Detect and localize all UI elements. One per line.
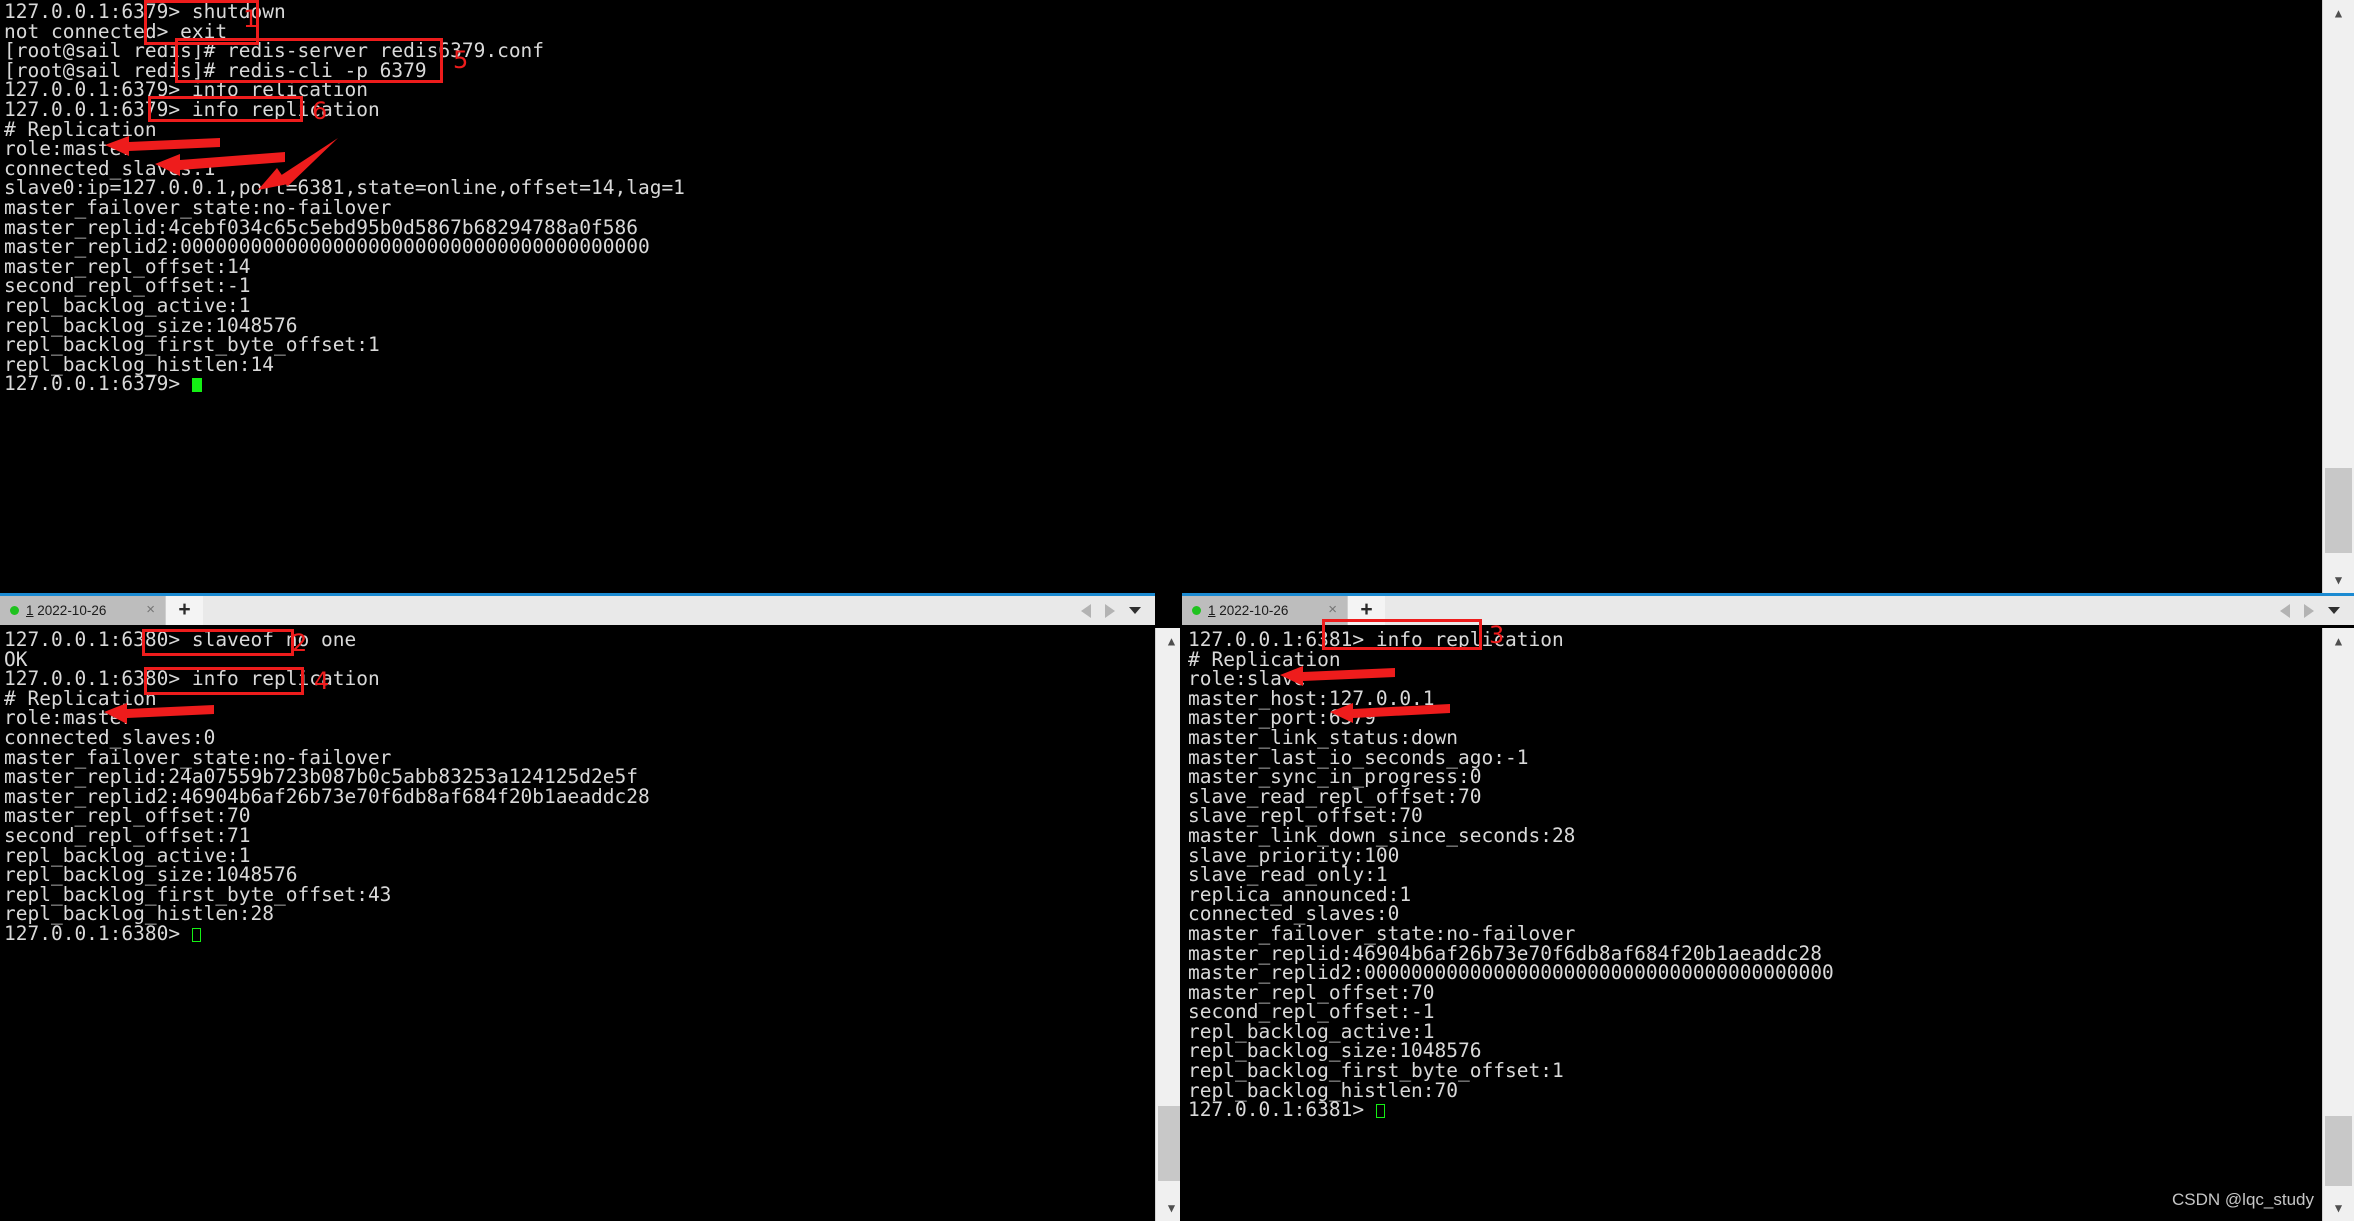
terminal-pane-6380[interactable]: 127.0.0.1:6380> slaveof no one OK 127.0.0.… [0,628,1155,1221]
terminal-cursor [1375,1104,1385,1119]
tab-session-6380[interactable]: 1 2022-10-26 × [0,596,165,625]
tab-index: 1 [1208,603,1216,618]
terminal-line: master_link_status:down [1188,725,1459,749]
tabbar-bottom-left[interactable]: 1 2022-10-26 × + [0,593,1155,625]
tabbar-controls[interactable] [2280,603,2354,618]
annotation-number-5: 5 [453,46,469,74]
annotation-number-4: 4 [314,667,330,695]
terminal-line: master_sync_in_progress:0 [1188,765,1482,789]
tabbar-bottom-right[interactable]: 1 2022-10-26 × + [1182,593,2354,625]
terminal-line: repl_backlog_active:1 [4,293,251,317]
terminal-line: repl_backlog_size:1048576 [4,863,298,887]
scrollbar-track[interactable] [2323,26,2354,567]
scroll-down-icon[interactable]: ▼ [2323,567,2354,593]
terminal-pane-6381[interactable]: 127.0.0.1:6381> info replication # Replic… [1182,628,2322,1221]
annotation-number-1: 1 [243,5,259,33]
terminal-line: slave0:ip=127.0.0.1,port=6381,state=onli… [4,176,685,200]
terminal-line: second_repl_offset:-1 [4,274,251,298]
scrollbar-thumb[interactable] [2325,1116,2352,1186]
terminal-line: role:master [4,137,134,161]
tab-label: 1 2022-10-26 [1208,603,1288,618]
terminal-line: repl_backlog_histlen:28 [4,902,275,926]
chevron-down-icon[interactable] [2328,607,2340,614]
terminal-prompt[interactable]: 127.0.0.1:6381> [1188,1100,1834,1120]
terminal-line: slave_repl_offset:70 [1188,804,1423,828]
terminal-cursor [191,378,202,393]
annotation-number-3: 3 [1489,621,1505,649]
terminal-line: second_repl_offset:-1 [1188,1000,1435,1024]
terminal-line: master_link_down_since_seconds:28 [1188,823,1576,847]
terminal-line: slave_read_only:1 [1188,863,1388,887]
terminal-line: connected_slaves:0 [4,725,216,749]
close-icon[interactable]: × [1324,601,1341,621]
watermark: CSDN @lqc_study [2172,1190,2314,1209]
terminal-line: repl_backlog_first_byte_offset:1 [4,333,380,357]
status-dot-icon [10,606,19,615]
tab-prev-icon[interactable] [2280,603,2290,618]
terminal-line: 127.0.0.1:6379> shutdown [4,0,286,23]
tab-index: 1 [26,603,34,618]
terminal-prompt[interactable]: 127.0.0.1:6380> [4,924,650,944]
scrollbar-track[interactable] [2323,654,2354,1195]
terminal-output-6381: 127.0.0.1:6381> info replication # Replic… [1188,630,1834,1120]
tab-prev-icon[interactable] [1081,603,1091,618]
new-tab-button[interactable]: + [1347,596,1385,625]
scroll-down-icon[interactable]: ▼ [2323,1195,2354,1221]
chevron-down-icon[interactable] [1129,607,1141,614]
terminal-line: [root@sail redis]# redis-server redis637… [4,39,545,63]
status-dot-icon [1192,606,1201,615]
terminal-line: second_repl_offset:71 [4,823,251,847]
tab-date: 2022-10-26 [1219,603,1289,618]
terminal-line: master_replid2:0000000000000000000000000… [4,235,650,259]
close-icon[interactable]: × [142,601,159,621]
terminal-line: master_repl_offset:70 [4,804,251,828]
terminal-pane-6379[interactable]: 127.0.0.1:6379> shutdown not connected> e… [0,0,2320,593]
terminal-line: master_replid:24a07559b723b087b0c5abb832… [4,765,638,789]
terminal-line: connected_slaves:0 [1188,902,1400,926]
tab-session-6381[interactable]: 1 2022-10-26 × [1182,596,1347,625]
tab-date: 2022-10-26 [37,603,107,618]
tab-next-icon[interactable] [1105,603,1115,618]
terminal-line: 127.0.0.1:6379> info replication [4,97,380,121]
scrollbar-thumb[interactable] [2325,468,2352,553]
terminal-line: master_failover_state:no-failover [1188,921,1576,945]
tabbar-controls[interactable] [1081,603,1155,618]
scroll-up-icon[interactable]: ▲ [2323,0,2354,26]
annotation-number-6: 6 [312,97,328,125]
terminal-cursor [191,927,201,942]
terminal-output-6379: 127.0.0.1:6379> shutdown not connected> e… [4,2,685,394]
annotation-number-2: 2 [292,629,308,657]
terminal-line: master_failover_state:no-failover [4,195,392,219]
tab-next-icon[interactable] [2304,603,2314,618]
tabbar-spacer [1385,596,2280,625]
terminal-line: 127.0.0.1:6380> slaveof no one [4,628,357,651]
tabbar-spacer [203,596,1081,625]
terminal-line: role:slave [1188,667,1306,691]
new-tab-button[interactable]: + [165,596,203,625]
terminal-line: master_replid2:0000000000000000000000000… [1188,961,1834,985]
scroll-up-icon[interactable]: ▲ [2323,628,2354,654]
screenshot-root: 127.0.0.1:6379> shutdown not connected> e… [0,0,2354,1221]
tab-label: 1 2022-10-26 [26,603,106,618]
terminal-line: 127.0.0.1:6381> info replication [1188,628,1564,651]
scrollbar-bottom-right-pane[interactable]: ▲ ▼ [2322,628,2354,1221]
terminal-line: repl_backlog_first_byte_offset:1 [1188,1059,1564,1083]
terminal-prompt[interactable]: 127.0.0.1:6379> [4,374,685,394]
scrollbar-top-pane[interactable]: ▲ ▼ [2322,0,2354,593]
